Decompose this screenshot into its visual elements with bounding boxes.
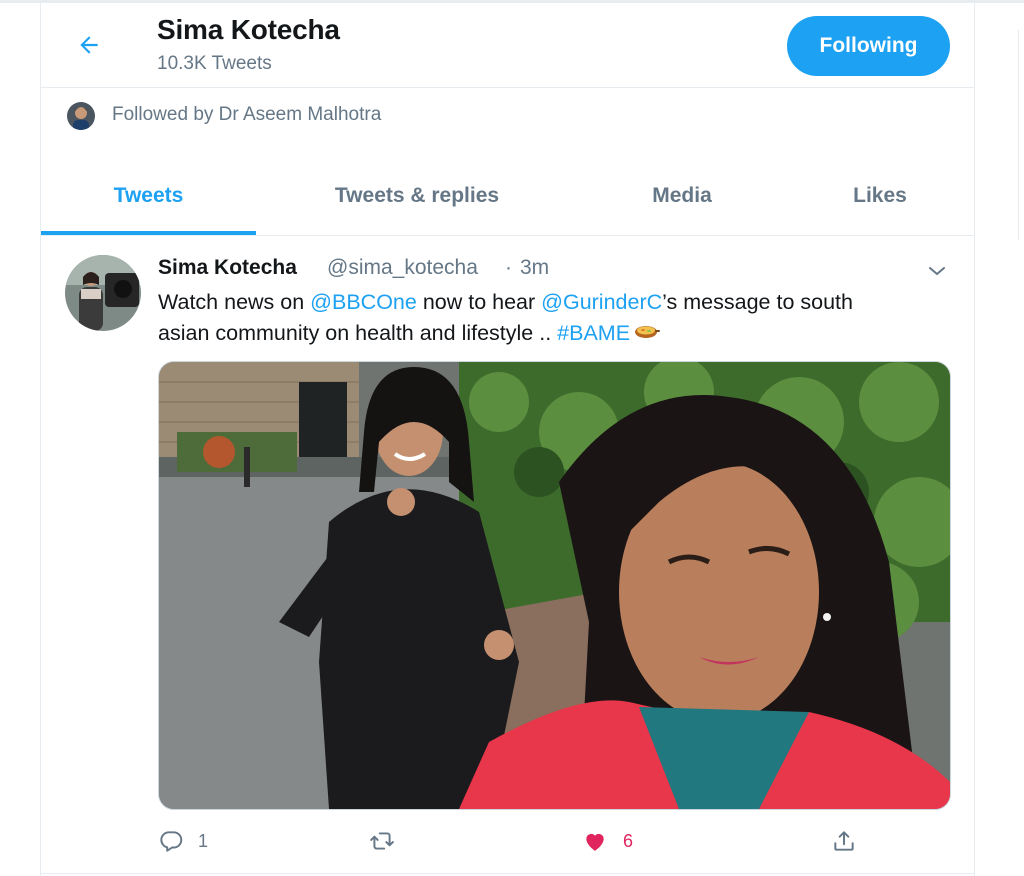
tweet-text-part: now to hear <box>416 290 542 314</box>
reply-button[interactable]: 1 <box>158 821 208 861</box>
page-title: Sima Kotecha <box>157 14 340 45</box>
profile-tabs: Tweets Tweets & replies Media Likes <box>41 160 974 236</box>
share-button[interactable] <box>831 821 857 861</box>
mention-gurinderc[interactable]: @GurinderC <box>541 290 662 314</box>
tab-tweets-replies[interactable]: Tweets & replies <box>256 160 578 232</box>
follower-avatar[interactable] <box>67 102 95 130</box>
divider <box>41 87 974 88</box>
tab-tweets[interactable]: Tweets <box>41 160 256 232</box>
retweet-button[interactable] <box>368 821 410 861</box>
tweet-author-handle[interactable]: @sima_kotecha <box>327 256 478 280</box>
like-button[interactable]: 6 <box>581 821 633 861</box>
tweet-text-part: Watch news on <box>158 290 311 314</box>
share-icon <box>834 831 854 851</box>
tweet-author-avatar[interactable] <box>65 255 141 331</box>
tweet-count: 10.3K Tweets <box>157 53 272 74</box>
following-button[interactable]: Following <box>787 16 950 76</box>
shallow-pan-of-food-icon <box>634 319 661 350</box>
meta-separator: · <box>505 256 512 279</box>
chevron-down-icon <box>929 267 945 275</box>
tweet-photo[interactable] <box>158 361 951 810</box>
like-count: 6 <box>623 830 634 851</box>
mention-bbcone[interactable]: @BBCOne <box>310 290 417 314</box>
reply-count: 1 <box>198 830 209 851</box>
divider <box>41 235 974 236</box>
tweet-text-part: asian community on health and lifestyle … <box>158 321 558 345</box>
tweet-actions: 1 6 <box>158 821 949 865</box>
divider <box>41 873 974 874</box>
tweet-text: Watch news on @BBCOne now to hear @Gurin… <box>158 287 958 350</box>
tweet-text-part: ’s message to south <box>662 290 853 314</box>
right-panel-edge <box>1018 30 1024 240</box>
tweet-timestamp[interactable]: 3m <box>520 256 549 280</box>
followed-by-text[interactable]: Followed by Dr Aseem Malhotra <box>112 104 381 126</box>
arrow-left-icon <box>80 36 98 54</box>
tab-likes[interactable]: Likes <box>786 160 974 232</box>
heart-icon <box>586 833 604 851</box>
profile-column: Sima Kotecha 10.3K Tweets Following Foll… <box>40 3 975 876</box>
retweet-icon <box>370 832 394 850</box>
tab-media[interactable]: Media <box>578 160 786 232</box>
hashtag-bame[interactable]: #BAME <box>557 321 630 345</box>
reply-icon <box>160 831 183 852</box>
back-button[interactable] <box>69 25 109 65</box>
tweet-menu-button[interactable] <box>925 259 949 283</box>
tweet-author-name[interactable]: Sima Kotecha <box>158 256 297 280</box>
